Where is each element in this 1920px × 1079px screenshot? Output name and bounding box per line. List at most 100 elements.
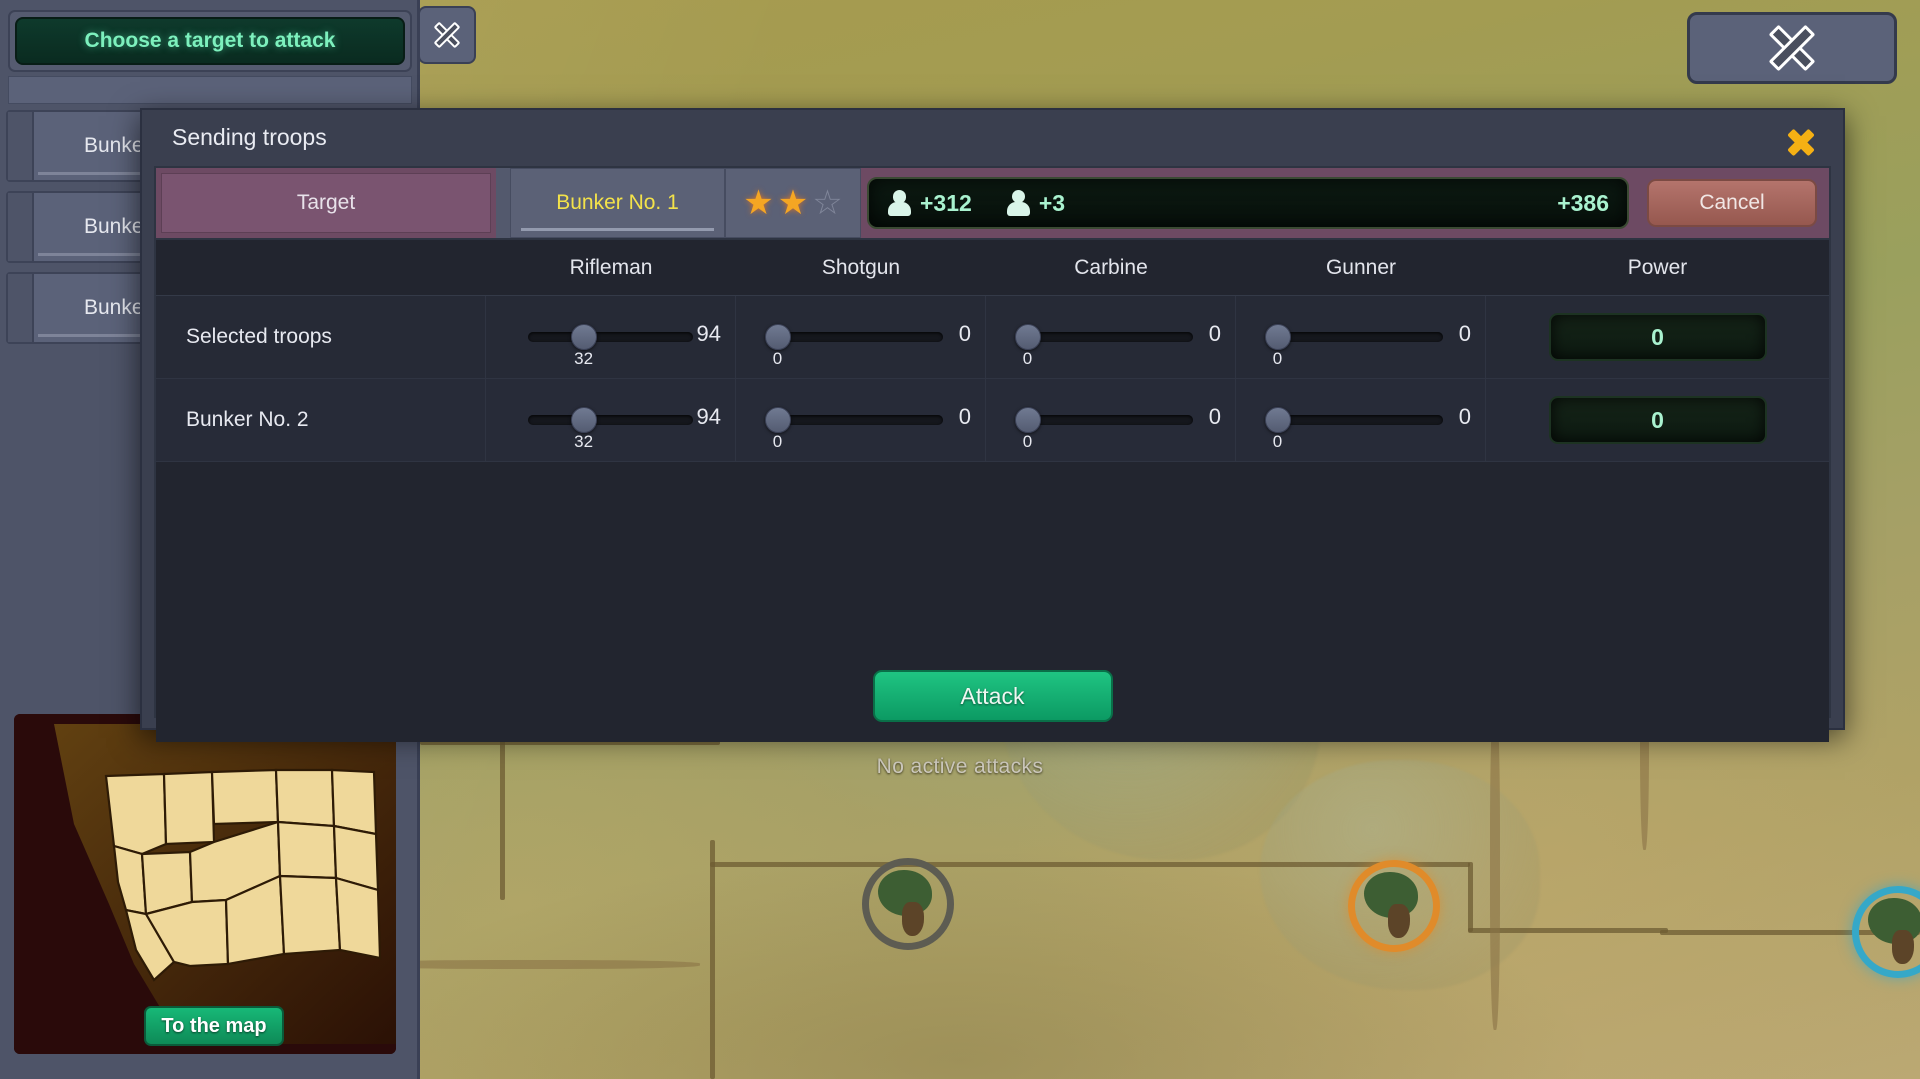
slider-cell-shotgun[interactable]: 0 0: [736, 379, 986, 461]
panel-divider-strip: [8, 76, 412, 104]
list-item-tab: [8, 112, 34, 180]
map-border: [710, 840, 715, 1079]
slider-knob[interactable]: [571, 324, 598, 350]
list-item-tab: [8, 274, 34, 342]
dialog-body: Target Bunker No. 1 ★ ★ ☆ +312 +3 +386 C…: [154, 166, 1831, 742]
reward-stats-bar: +312 +3 +386: [867, 177, 1629, 229]
stat-person-value: +3: [1038, 189, 1066, 216]
slider-knob[interactable]: [1265, 407, 1291, 433]
slider-max-value: 94: [696, 404, 721, 429]
row-label: Bunker No. 2: [156, 379, 486, 461]
tree-trunk-icon: [1388, 904, 1410, 938]
table-row: Bunker No. 2 94 32 0 0 0 0 0 0 0: [156, 379, 1829, 462]
power-cell: 0: [1486, 296, 1829, 378]
map-marker-highlighted[interactable]: [1348, 860, 1440, 952]
slider-max-value: 0: [958, 404, 971, 429]
star-filled-icon: ★: [743, 184, 774, 222]
map-river: [1490, 700, 1500, 1030]
slider-current-value: 32: [574, 349, 594, 368]
choose-target-label: Choose a target to attack: [15, 17, 405, 65]
dialog-close-button[interactable]: [1781, 124, 1821, 160]
close-icon: [1787, 128, 1815, 156]
slider-cell-shotgun[interactable]: 0 0: [736, 296, 986, 378]
power-value: 0: [1548, 313, 1767, 361]
tree-trunk-icon: [1892, 930, 1914, 964]
table-header-row: Rifleman Shotgun Carbine Gunner Power: [156, 240, 1829, 296]
slider-track[interactable]: [528, 324, 693, 350]
slider-track[interactable]: [765, 324, 943, 350]
attack-button-container: Attack: [156, 650, 1829, 742]
cancel-container: Cancel: [1635, 168, 1829, 238]
close-panel-button[interactable]: [418, 6, 476, 64]
map-border: [1468, 862, 1473, 932]
slider-knob[interactable]: [765, 407, 791, 433]
power-value: 0: [1548, 396, 1767, 444]
slider-knob[interactable]: [1265, 324, 1291, 350]
slider-current-value: 0: [772, 432, 783, 451]
column-header-shotgun: Shotgun: [821, 255, 901, 279]
minimap-panel: To the map: [0, 700, 420, 1079]
map-marker-neutral[interactable]: [862, 858, 954, 950]
slider-max-value: 0: [1458, 321, 1471, 346]
slider-track[interactable]: [1265, 324, 1443, 350]
slider-max-value: 0: [1458, 404, 1471, 429]
dialog-title: Sending troops: [172, 124, 327, 150]
attack-button[interactable]: Attack: [872, 670, 1113, 722]
table-empty-area: [156, 462, 1829, 650]
tree-trunk-icon: [902, 902, 924, 936]
slider-max-value: 94: [696, 321, 721, 346]
tab-bunker-no-1[interactable]: Bunker No. 1: [510, 168, 725, 238]
column-header-power: Power: [1627, 255, 1688, 279]
star-empty-icon: ☆: [812, 184, 843, 222]
slider-cell-carbine[interactable]: 0 0: [986, 379, 1236, 461]
close-screen-button[interactable]: [1687, 12, 1897, 84]
slider-current-value: 32: [574, 432, 594, 451]
slider-knob[interactable]: [571, 407, 598, 433]
power-cell: 0: [1486, 379, 1829, 461]
choose-target-banner: Choose a target to attack: [8, 10, 412, 72]
slider-track[interactable]: [1015, 407, 1193, 433]
to-the-map-button[interactable]: To the map: [144, 1006, 284, 1046]
stat-person-troops: +3: [1006, 190, 1065, 217]
dialog-toolbar: Target Bunker No. 1 ★ ★ ☆ +312 +3 +386 C…: [156, 168, 1829, 240]
slider-knob[interactable]: [1015, 324, 1041, 350]
slider-cell-carbine[interactable]: 0 0: [986, 296, 1236, 378]
list-item-tab: [8, 193, 34, 261]
slider-cell-gunner[interactable]: 0 0: [1236, 379, 1486, 461]
close-icon: [433, 21, 461, 49]
hooded-person-icon: [887, 190, 911, 216]
slider-cell-rifleman[interactable]: 94 32: [486, 379, 736, 461]
column-header-gunner: Gunner: [1325, 255, 1397, 279]
slider-max-value: 0: [1208, 321, 1221, 346]
row-label: Selected troops: [156, 296, 486, 378]
slider-current-value: 0: [1022, 349, 1033, 368]
slider-track[interactable]: [1015, 324, 1193, 350]
slider-cell-rifleman[interactable]: 94 32: [486, 296, 736, 378]
minimap[interactable]: To the map: [14, 714, 396, 1054]
slider-track[interactable]: [765, 407, 943, 433]
target-rating-stars: ★ ★ ☆: [725, 168, 861, 238]
slider-knob[interactable]: [1015, 407, 1041, 433]
table-row: Selected troops 94 32 0 0 0 0 0 0 0: [156, 296, 1829, 379]
game-screen: No active attacks Choose a target to att…: [0, 0, 1920, 1079]
slider-knob[interactable]: [765, 324, 791, 350]
slider-current-value: 0: [772, 349, 783, 368]
stat-total-value: +386: [1557, 189, 1609, 216]
sending-troops-dialog: Sending troops Target Bunker No. 1 ★ ★ ☆: [140, 108, 1845, 742]
slider-track[interactable]: [528, 407, 693, 433]
star-filled-icon: ★: [777, 184, 809, 222]
close-icon: [1768, 24, 1816, 72]
map-marker-ally[interactable]: [1852, 886, 1920, 978]
tab-target[interactable]: Target: [161, 173, 491, 233]
minimap-land-shape: [14, 714, 396, 1054]
slider-track[interactable]: [1265, 407, 1443, 433]
toolbar-gap: [496, 168, 510, 238]
column-header-rifleman: Rifleman: [569, 255, 653, 279]
slider-current-value: 0: [1022, 432, 1033, 451]
slider-current-value: 0: [1272, 349, 1283, 368]
stat-hooded-troops: +312: [887, 190, 972, 217]
person-icon: [1006, 190, 1030, 216]
stat-hooded-value: +312: [920, 189, 972, 216]
slider-cell-gunner[interactable]: 0 0: [1236, 296, 1486, 378]
cancel-button[interactable]: Cancel: [1647, 179, 1817, 227]
